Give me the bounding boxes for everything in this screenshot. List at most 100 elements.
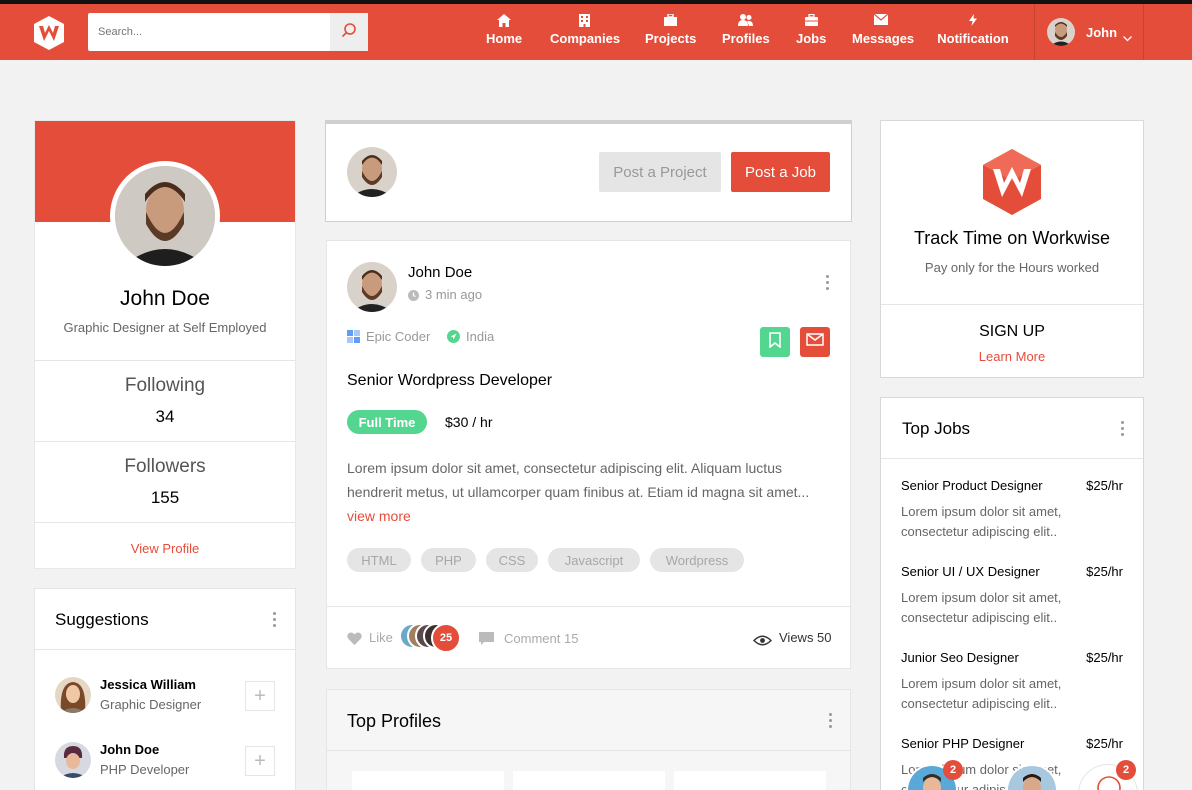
- top-job-title[interactable]: Senior UI / UX Designer: [901, 564, 1040, 579]
- like-button[interactable]: Like: [369, 630, 393, 645]
- chat-badge: 2: [1116, 760, 1136, 780]
- tag-wordpress[interactable]: Wordpress: [650, 548, 744, 572]
- track-time-subtitle: Pay only for the Hours worked: [924, 260, 1100, 275]
- bookmark-icon: [769, 331, 781, 353]
- eye-icon: [753, 633, 772, 651]
- description-text: Lorem ipsum dolor sit amet, consectetur …: [347, 460, 810, 500]
- location-name: India: [466, 329, 495, 344]
- company-icon: [347, 330, 360, 348]
- home-icon: [486, 14, 522, 28]
- like-count-badge: 25: [431, 623, 461, 653]
- add-user-button[interactable]: +: [245, 746, 275, 776]
- top-job-rate: $25/hr: [1086, 478, 1123, 493]
- sign-up-link[interactable]: SIGN UP: [881, 323, 1143, 341]
- top-job-desc: Lorem ipsum dolor sit amet, consectetur …: [901, 504, 1062, 539]
- job-title[interactable]: Senior Wordpress Developer: [347, 372, 552, 390]
- view-profile-link[interactable]: View Profile: [35, 541, 295, 556]
- suggestion-name[interactable]: John Doe: [100, 742, 159, 757]
- top-profiles-card: Top Profiles: [326, 689, 851, 790]
- view-more-link[interactable]: view more: [347, 508, 411, 524]
- more-options-icon[interactable]: [273, 612, 277, 630]
- chevron-down-icon: [1123, 29, 1132, 47]
- post-composer: Post a Project Post a Job: [325, 120, 852, 222]
- tag-javascript[interactable]: Javascript: [548, 548, 640, 572]
- workwise-logo[interactable]: [30, 14, 68, 52]
- tag-html[interactable]: HTML: [347, 548, 411, 572]
- message-button[interactable]: [800, 327, 830, 357]
- divider: [35, 441, 295, 442]
- top-job-desc: Lorem ipsum dolor sit amet, consectetur …: [901, 676, 1062, 711]
- chat-badge: 2: [943, 760, 963, 780]
- top-jobs-title: Top Jobs: [902, 419, 971, 438]
- top-navbar: Home Companies Projects Profiles Jobs Me…: [0, 4, 1192, 60]
- add-user-button[interactable]: +: [245, 681, 275, 711]
- top-job-title[interactable]: Senior Product Designer: [901, 478, 1043, 493]
- clock-icon: [408, 288, 419, 306]
- nav-notification[interactable]: Notification: [937, 14, 1009, 46]
- comment-button[interactable]: Comment 15: [504, 631, 578, 646]
- user-name: John: [1086, 25, 1118, 40]
- heart-icon[interactable]: [347, 632, 362, 650]
- user-menu[interactable]: John: [1034, 4, 1144, 60]
- top-job-rate: $25/hr: [1086, 650, 1123, 665]
- top-job-title[interactable]: Senior PHP Designer: [901, 736, 1024, 751]
- profile-card: John Doe Graphic Designer at Self Employ…: [34, 120, 296, 569]
- briefcase-icon: [645, 14, 695, 28]
- avatar[interactable]: [347, 262, 397, 312]
- chat-icon: [1096, 775, 1122, 790]
- tag-php[interactable]: PHP: [421, 548, 476, 572]
- post-author[interactable]: John Doe: [408, 264, 472, 281]
- nav-companies-label: Companies: [550, 31, 621, 46]
- profile-photo[interactable]: [110, 161, 220, 271]
- bookmark-button[interactable]: [760, 327, 790, 357]
- building-icon: [550, 14, 618, 28]
- profile-tile[interactable]: [513, 771, 665, 790]
- nav-profiles[interactable]: Profiles: [722, 14, 770, 46]
- nav-messages-label: Messages: [852, 31, 915, 46]
- location-icon: [447, 330, 460, 348]
- job-description: Lorem ipsum dolor sit amet, consectetur …: [347, 456, 832, 528]
- nav-jobs-label: Jobs: [796, 31, 827, 46]
- comment-icon[interactable]: [479, 632, 494, 650]
- search-icon: [341, 22, 357, 43]
- profile-title: Graphic Designer at Self Employed: [63, 320, 267, 335]
- followers-count: 155: [150, 488, 180, 507]
- post-project-button[interactable]: Post a Project: [599, 152, 721, 192]
- search-box: [88, 13, 368, 51]
- suggestion-role: Graphic Designer: [100, 697, 202, 712]
- more-options-icon[interactable]: [829, 713, 833, 731]
- avatar[interactable]: [347, 147, 397, 197]
- nav-companies[interactable]: Companies: [550, 14, 621, 46]
- learn-more-link[interactable]: Learn More: [881, 349, 1143, 364]
- workwise-logo: [977, 147, 1047, 222]
- post-job-button[interactable]: Post a Job: [731, 152, 830, 192]
- suggestions-card: Suggestions Jessica William Graphic Desi…: [34, 588, 296, 790]
- search-input[interactable]: [88, 13, 330, 51]
- job-post-card: John Doe 3 min ago Epic Coder India Seni…: [326, 240, 851, 669]
- divider: [35, 649, 295, 650]
- top-job-title[interactable]: Junior Seo Designer: [901, 650, 1019, 665]
- nav-messages[interactable]: Messages: [852, 14, 914, 46]
- nav-home[interactable]: Home: [486, 14, 522, 46]
- following-count: 34: [155, 407, 175, 426]
- suggestion-name[interactable]: Jessica William: [100, 677, 196, 692]
- profile-tile[interactable]: [674, 771, 826, 790]
- tag-css[interactable]: CSS: [486, 548, 538, 572]
- suggestion-role: PHP Developer: [100, 762, 190, 777]
- divider: [327, 606, 850, 607]
- avatar[interactable]: [55, 742, 91, 778]
- envelope-icon: [806, 333, 824, 351]
- nav-profiles-label: Profiles: [722, 31, 770, 46]
- more-options-icon[interactable]: [826, 275, 830, 293]
- avatar[interactable]: [55, 677, 91, 713]
- profile-tile[interactable]: [352, 771, 504, 790]
- envelope-icon: [852, 14, 910, 28]
- nav-notification-label: Notification: [937, 31, 1009, 46]
- more-options-icon[interactable]: [1121, 421, 1125, 439]
- divider: [327, 750, 850, 751]
- nav-jobs[interactable]: Jobs: [796, 14, 826, 46]
- company-name[interactable]: Epic Coder: [366, 329, 430, 344]
- search-button[interactable]: [330, 13, 368, 51]
- nav-projects[interactable]: Projects: [645, 14, 696, 46]
- users-icon: [722, 14, 768, 28]
